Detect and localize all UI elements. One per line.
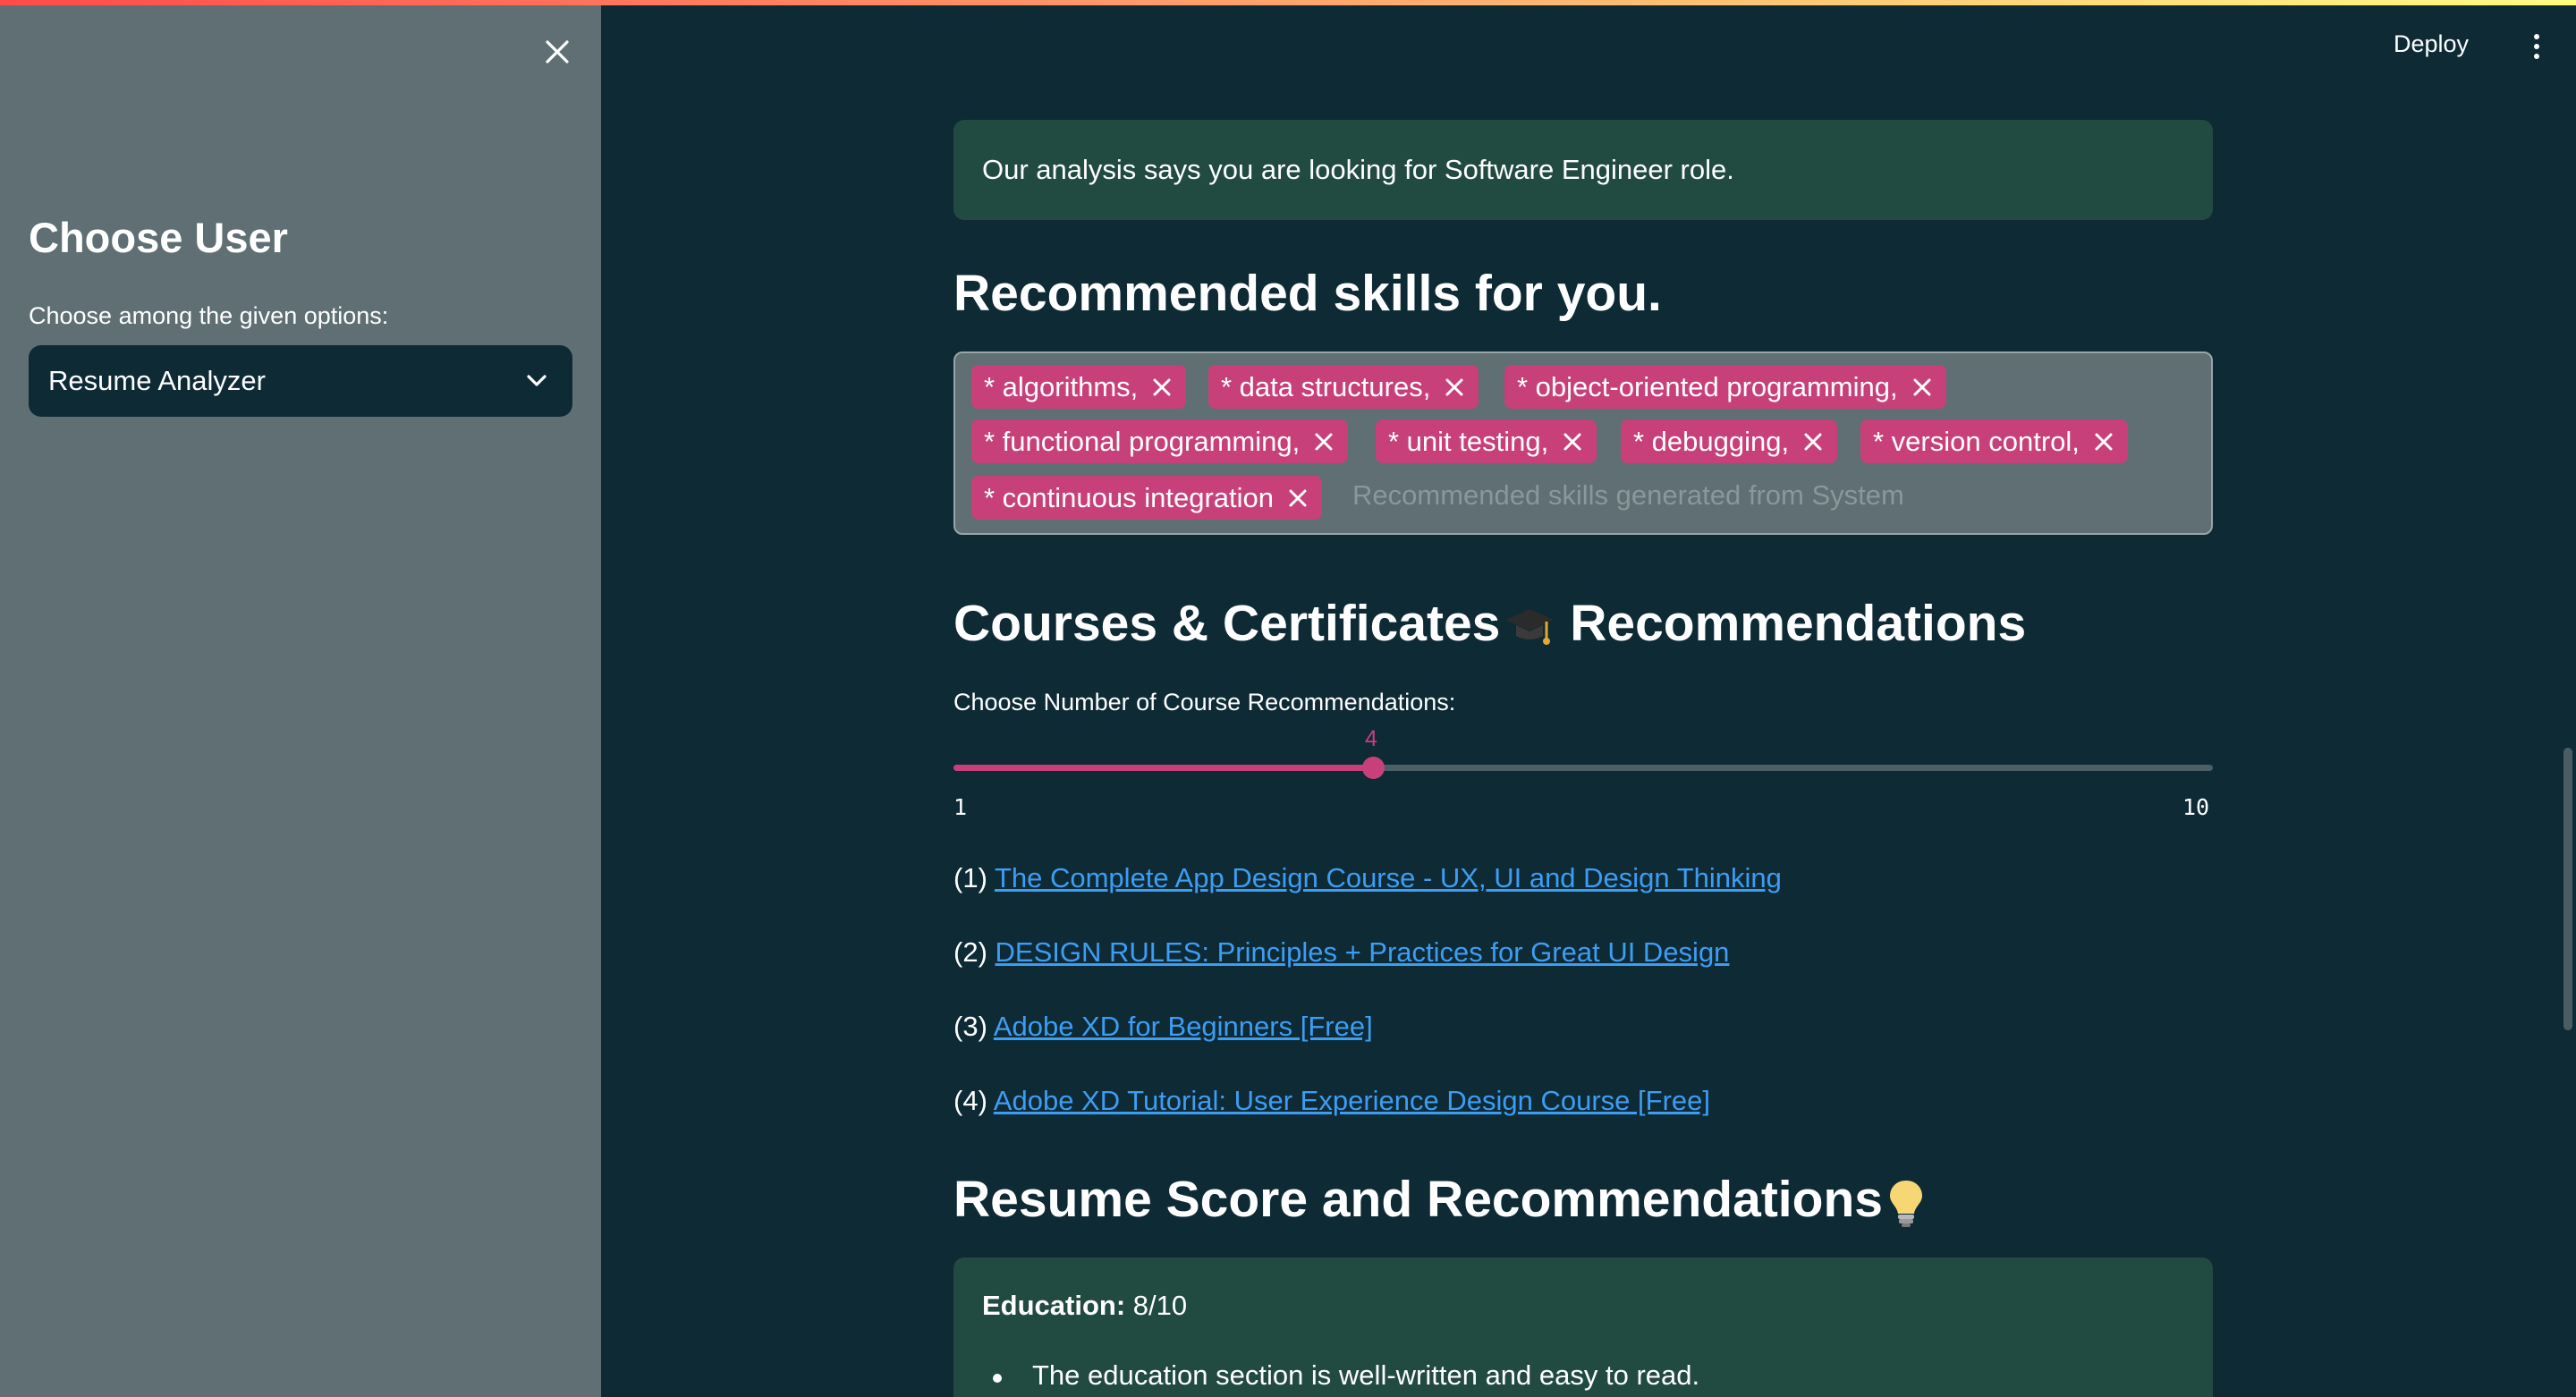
- skills-heading: Recommended skills for you.: [953, 265, 1662, 322]
- skill-tag: * functional programming,: [971, 419, 1349, 463]
- skill-tag: * debugging,: [1621, 419, 1838, 463]
- more-vertical-icon: [2534, 34, 2539, 39]
- scrollbar[interactable]: [2563, 748, 2572, 1030]
- skill-tag: * continuous integration: [971, 476, 1323, 520]
- chevron-down-icon: [527, 375, 547, 386]
- close-icon: [1315, 433, 1333, 450]
- course-item: (1) The Complete App Design Course - UX,…: [953, 862, 1782, 893]
- user-select[interactable]: Resume Analyzer: [29, 345, 572, 417]
- remove-tag-button[interactable]: [1443, 376, 1466, 399]
- skill-tag: * version control,: [1860, 419, 2128, 463]
- course-link[interactable]: Adobe XD Tutorial: User Experience Desig…: [994, 1085, 1710, 1116]
- score-heading: Resume Score and Recommendations: [953, 1170, 1926, 1229]
- score-bullet: The education section is well-written an…: [1032, 1359, 1700, 1391]
- deploy-button[interactable]: Deploy: [2394, 30, 2469, 58]
- close-sidebar-button[interactable]: [539, 34, 575, 70]
- bullet-dot: [993, 1374, 1002, 1383]
- close-icon: [1913, 378, 1931, 395]
- close-icon: [2095, 433, 2113, 450]
- close-icon: [1563, 433, 1581, 450]
- course-item: (3) Adobe XD for Beginners [Free]: [953, 1011, 1373, 1042]
- remove-tag-button[interactable]: [1286, 487, 1309, 510]
- score-box: Education: 8/10 The education section is…: [953, 1257, 2213, 1397]
- course-link[interactable]: The Complete App Design Course - UX, UI …: [995, 862, 1782, 893]
- slider-max-label: 10: [2182, 794, 2210, 820]
- skill-tag: * unit testing,: [1376, 419, 1597, 463]
- skill-tag: * algorithms,: [971, 365, 1187, 409]
- select-value: Resume Analyzer: [48, 365, 266, 396]
- slider-value: 4: [1365, 726, 1377, 751]
- remove-tag-button[interactable]: [1561, 430, 1584, 453]
- education-score: Education: 8/10: [982, 1290, 1188, 1321]
- close-icon: [1153, 378, 1171, 395]
- slider-label: Choose Number of Course Recommendations:: [953, 689, 1456, 715]
- remove-tag-button[interactable]: [2092, 430, 2115, 453]
- slider-min-label: 1: [953, 794, 968, 820]
- close-icon: [1804, 433, 1822, 450]
- select-label: Choose among the given options:: [29, 302, 389, 329]
- sidebar-title: Choose User: [29, 214, 288, 261]
- close-icon: [1289, 489, 1307, 506]
- course-link[interactable]: Adobe XD for Beginners [Free]: [994, 1011, 1373, 1042]
- main-menu-button[interactable]: [2522, 30, 2551, 63]
- role-message: Our analysis says you are looking for So…: [953, 120, 2213, 220]
- top-decoration-bar: [0, 0, 2576, 5]
- course-count-slider[interactable]: [953, 757, 2213, 779]
- graduation-cap-icon: [1505, 608, 1555, 645]
- close-icon: [1445, 378, 1463, 395]
- slider-thumb[interactable]: [1362, 757, 1385, 779]
- courses-heading: Courses & Certificates Recommendations: [953, 595, 2027, 652]
- course-link[interactable]: DESIGN RULES: Principles + Practices for…: [996, 936, 1730, 968]
- skills-input-placeholder[interactable]: Recommended skills generated from System: [1352, 479, 1904, 512]
- lightbulb-icon: [1889, 1180, 1922, 1227]
- remove-tag-button[interactable]: [1801, 430, 1825, 453]
- close-icon: [546, 40, 569, 64]
- course-item: (4) Adobe XD Tutorial: User Experience D…: [953, 1085, 1710, 1116]
- remove-tag-button[interactable]: [1312, 430, 1335, 453]
- sidebar: Choose User Choose among the given optio…: [0, 0, 601, 1397]
- skill-tag: * data structures,: [1208, 365, 1479, 409]
- course-item: (2) DESIGN RULES: Principles + Practices…: [953, 936, 1730, 968]
- remove-tag-button[interactable]: [1911, 376, 1934, 399]
- slider-fill: [953, 765, 1373, 771]
- remove-tag-button[interactable]: [1150, 376, 1174, 399]
- skill-tag: * object-oriented programming,: [1504, 365, 1946, 409]
